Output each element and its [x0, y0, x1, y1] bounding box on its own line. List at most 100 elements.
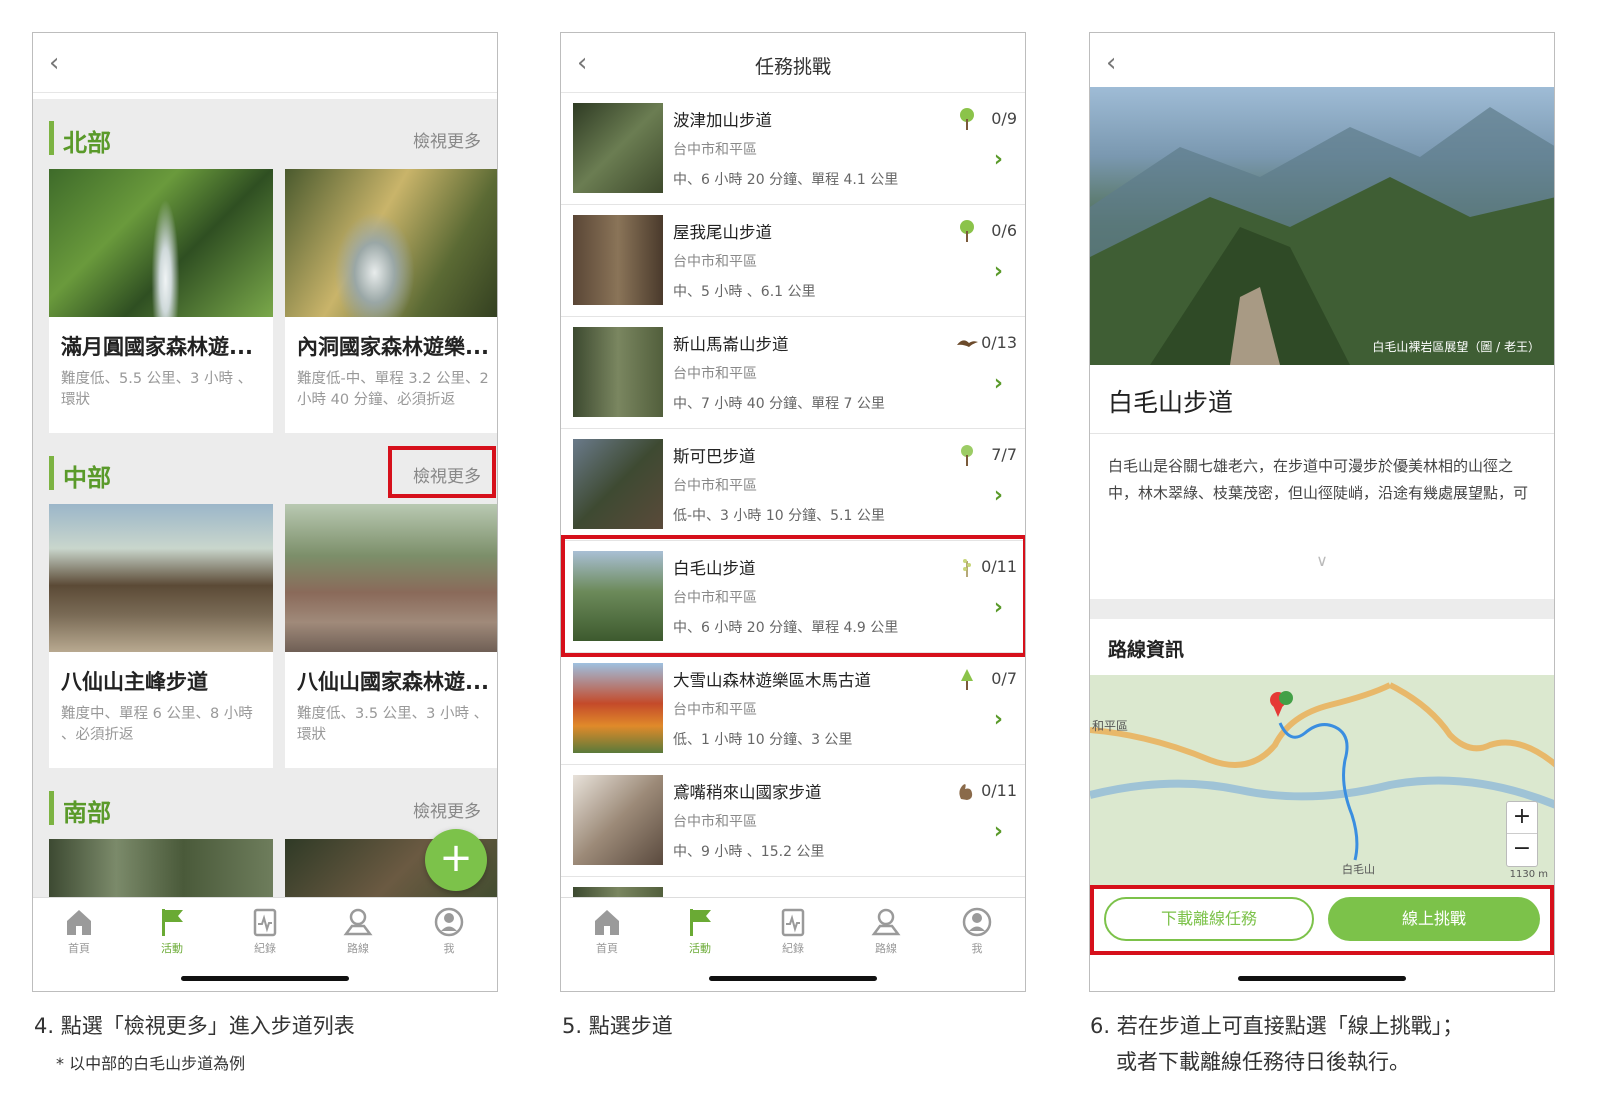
- map-district-label: 和平區: [1092, 719, 1129, 733]
- trail-info: 低、1 小時 10 分鐘、3 公里: [673, 732, 853, 748]
- map-scale-label: 1130 m: [1509, 869, 1548, 880]
- trail-row[interactable]: 新山馬崙山步道 台中市和平區 中、7 小時 40 分鐘、單程 7 公里 0/13…: [561, 317, 1025, 429]
- tab-me[interactable]: 我: [947, 906, 1007, 956]
- home-icon: [67, 910, 91, 935]
- tab-label: 我: [443, 942, 455, 955]
- top-bar: ‹: [33, 33, 497, 93]
- trail-card[interactable]: 內洞國家森林遊樂... 難度低-中、單程 3.2 公里、2 小時 40 分鐘、必…: [285, 169, 497, 433]
- trail-card[interactable]: [49, 839, 273, 897]
- zoom-out-button[interactable]: −: [1507, 834, 1537, 866]
- zoom-in-button[interactable]: +: [1507, 802, 1537, 834]
- mountain-illustration: [1090, 107, 1554, 365]
- step-4-caption: 4. 點選「檢視更多」進入步道列表: [34, 1014, 355, 1038]
- trail-name: 大雪山森林遊樂區木馬古道: [673, 671, 871, 690]
- trail-name: 波津加山步道: [673, 111, 772, 130]
- mission-count: 0/6: [991, 221, 1017, 240]
- trail-card[interactable]: 滿月圓國家森林遊... 難度低、5.5 公里、3 小時 、環狀: [49, 169, 273, 433]
- phone-trail-detail: ‹ 白毛山裸岩區展望（圖 / 老王） 白毛山步道 白毛山是谷關七雄老六，在步道中…: [1089, 32, 1555, 992]
- trail-photo: [49, 839, 273, 897]
- trail-card[interactable]: 八仙山主峰步道 難度中、單程 6 公里、8 小時 、必須折返: [49, 504, 273, 768]
- section-title: 南部: [63, 799, 111, 827]
- trail-name: 斯可巴步道: [673, 447, 756, 466]
- section-header-south: 南部 檢視更多: [49, 789, 481, 829]
- tab-home[interactable]: 首頁: [577, 906, 637, 956]
- trail-name: 鳶嘴稍來山國家步道: [673, 783, 822, 802]
- trail-thumbnail: [573, 775, 663, 865]
- trail-info: 中、7 小時 40 分鐘、單程 7 公里: [673, 396, 885, 412]
- flag-icon: [690, 909, 711, 936]
- tree-icon: [960, 220, 974, 242]
- record-icon: [781, 908, 805, 937]
- tab-record[interactable]: 紀錄: [763, 906, 823, 956]
- tab-me[interactable]: 我: [419, 906, 479, 956]
- bird-icon: [957, 340, 978, 347]
- route-map[interactable]: 和平區 白毛山 1130 m + −: [1090, 675, 1554, 885]
- add-fab-button[interactable]: +: [425, 829, 487, 891]
- trail-card[interactable]: 八仙山國家森林遊... 難度低、3.5 公里、3 小時 、環狀: [285, 504, 497, 768]
- route-pin-icon: [871, 908, 901, 936]
- trail-thumbnail: [573, 439, 663, 529]
- tab-route[interactable]: 路線: [856, 906, 916, 956]
- trail-info: 中、6 小時 20 分鐘、單程 4.1 公里: [673, 172, 899, 188]
- tab-label: 我: [971, 942, 983, 955]
- back-icon[interactable]: ‹: [1106, 50, 1116, 76]
- tab-label: 紀錄: [782, 942, 804, 955]
- trail-card-desc: 難度低、3.5 公里、3 小時 、環狀: [297, 706, 489, 743]
- chevron-down-icon[interactable]: ∨: [1090, 551, 1554, 570]
- chevron-right-icon: ›: [993, 147, 1003, 172]
- chevron-right-icon: ›: [993, 819, 1003, 844]
- tab-route[interactable]: 路線: [328, 906, 388, 956]
- map-zoom-control: + −: [1506, 801, 1538, 867]
- trail-info: 中、5 小時 、6.1 公里: [673, 284, 816, 300]
- flag-icon: [162, 909, 183, 936]
- bottom-tab-bar: 首頁 活動 紀錄 路線 我: [561, 897, 1025, 991]
- step-5-caption: 5. 點選步道: [562, 1014, 673, 1038]
- trail-row[interactable]: 屋我尾山步道 台中市和平區 中、5 小時 、6.1 公里 0/6 ›: [561, 205, 1025, 317]
- mission-count: 7/7: [991, 445, 1017, 464]
- tab-activity[interactable]: 活動: [142, 906, 202, 956]
- phone-home-screen: ‹ 北部 檢視更多 滿月圓國家森林遊... 難度低、5.5 公里、3 小時 、環…: [32, 32, 498, 992]
- trail-row[interactable]: 斯可巴步道 台中市和平區 低-中、3 小時 10 分鐘、5.1 公里 7/7 ›: [561, 429, 1025, 541]
- step-6-caption-line1: 6. 若在步道上可直接點選「線上挑戰」；: [1090, 1014, 1464, 1038]
- mission-count: 0/7: [991, 669, 1017, 688]
- tab-label: 首頁: [68, 942, 90, 955]
- trail-row[interactable]: 鳶嘴稍來山國家步道 台中市和平區 中、9 小時 、15.2 公里 0/11 ›: [561, 765, 1025, 877]
- trail-card-desc: 難度低、5.5 公里、3 小時 、環狀: [61, 371, 253, 408]
- home-indicator: [709, 976, 877, 981]
- tab-label: 活動: [689, 942, 711, 955]
- trail-thumbnail: [573, 103, 663, 193]
- trail-card-title: 八仙山國家森林遊...: [297, 670, 489, 694]
- trail-photo: [49, 169, 273, 317]
- top-bar: ‹: [1090, 33, 1554, 87]
- trail-row-partial[interactable]: [561, 877, 1025, 897]
- user-icon: [962, 907, 992, 937]
- section-header-north: 北部 檢視更多: [49, 119, 481, 159]
- trail-description: 白毛山是谷關七雄老六，在步道中可漫步於優美林相的山徑之中，林木翠綠、枝葉茂密，但…: [1108, 457, 1529, 502]
- back-icon[interactable]: ‹: [49, 50, 59, 76]
- tab-home[interactable]: 首頁: [49, 906, 109, 956]
- trail-row[interactable]: 波津加山步道 台中市和平區 中、6 小時 20 分鐘、單程 4.1 公里 0/9…: [561, 93, 1025, 205]
- trail-thumbnail: [573, 663, 663, 753]
- trail-location: 台中市和平區: [673, 814, 757, 830]
- tab-record[interactable]: 紀錄: [235, 906, 295, 956]
- chevron-right-icon: ›: [993, 707, 1003, 732]
- tab-label: 紀錄: [254, 942, 276, 955]
- trail-location: 台中市和平區: [673, 702, 757, 718]
- bottom-tab-bar: 首頁 活動 紀錄 路線 我: [33, 897, 497, 991]
- trail-location: 台中市和平區: [673, 478, 757, 494]
- chevron-right-icon: ›: [993, 483, 1003, 508]
- tab-label: 路線: [875, 942, 897, 955]
- record-icon: [253, 908, 277, 937]
- tree-icon: [961, 669, 973, 690]
- map-peak-label: 白毛山: [1342, 863, 1375, 876]
- trail-card-title: 八仙山主峰步道: [61, 670, 208, 694]
- trail-row[interactable]: 大雪山森林遊樂區木馬古道 台中市和平區 低、1 小時 10 分鐘、3 公里 0/…: [561, 653, 1025, 765]
- view-more-link[interactable]: 檢視更多: [413, 797, 481, 822]
- trail-location: 台中市和平區: [673, 254, 757, 270]
- view-more-link[interactable]: 檢視更多: [413, 127, 481, 152]
- highlight-box: [388, 446, 496, 498]
- tab-label: 首頁: [596, 942, 618, 955]
- home-indicator: [1238, 976, 1406, 981]
- trail-title: 白毛山步道: [1108, 388, 1234, 417]
- tab-activity[interactable]: 活動: [670, 906, 730, 956]
